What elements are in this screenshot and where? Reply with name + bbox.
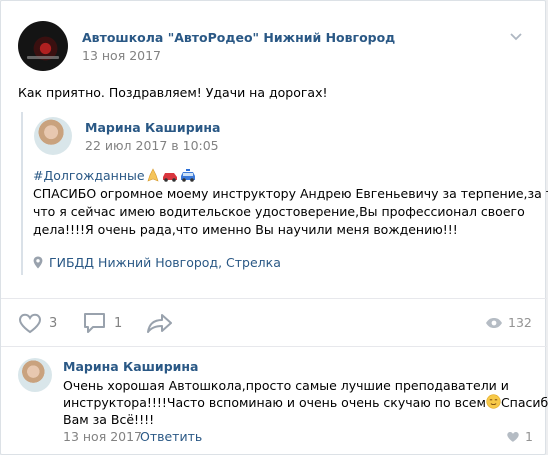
comment-button[interactable]: 1 [83,312,122,334]
repost-text-line: что я сейчас имею водительское удостовер… [33,204,525,219]
author-avatar[interactable] [18,21,68,71]
comment-like-count: 1 [525,429,533,444]
eye-icon [486,317,502,328]
post-author-name[interactable]: Автошкола "АвтоРодео" Нижний Новгород [82,30,395,45]
hashtag-link[interactable]: #Долгожданные [33,168,145,183]
repost-author-avatar[interactable] [34,117,72,155]
repost-divider [21,112,23,275]
heart-icon [18,313,42,334]
comment-count: 1 [114,315,123,331]
share-icon [147,314,172,333]
post-text: Как приятно. Поздравляем! Удачи на дорог… [18,85,328,100]
comment-text-line: Вам за Всё!!!! [63,412,155,427]
post-date[interactable]: 13 ноя 2017 [82,48,161,63]
chevron-down-icon[interactable] [509,31,523,41]
location-link[interactable]: ГИБДД Нижний Новгород, Стрелка [33,255,281,270]
comment-author-avatar[interactable] [18,358,52,392]
repost-text-line: СПАСИБО огромное моему инструктору Андре… [33,186,548,201]
location-label: ГИБДД Нижний Новгород, Стрелка [48,255,281,270]
share-button[interactable] [147,313,173,336]
like-count: 3 [49,316,58,331]
relieved-emoji [486,394,501,413]
comments-divider [1,346,547,347]
comment-date[interactable]: 13 ноя 2017 [63,429,142,444]
prayer-emoji [145,168,161,186]
comment-text-line: Очень хорошая Автошкола,просто самые луч… [63,378,509,393]
comment-icon [84,313,105,333]
repost-hashtag-line: #Долгожданные [33,167,197,186]
like-button[interactable]: 3 [18,313,57,334]
comment-like-button[interactable]: 1 [506,429,533,444]
views-counter: 132 [485,315,532,330]
repost-date[interactable]: 22 июл 2017 в 10:05 [85,138,219,153]
heart-icon [507,431,519,442]
view-count: 132 [508,315,532,330]
avatar-logo-text [27,56,59,59]
police-car-emoji [179,168,197,186]
comment-author-name[interactable]: Марина Каширина [63,359,198,374]
repost-author-name[interactable]: Марина Каширина [85,120,220,135]
actions-divider [1,298,547,299]
car-emoji [161,168,179,186]
wall-post-card: Автошкола "АвтоРодео" Нижний Новгород 13… [0,0,548,455]
comment-text-part: инструктора!!!!Часто вспоминаю и очень о… [63,395,486,410]
repost-text-line: дела!!!!Я очень рада,что именно Вы научи… [33,222,458,237]
reply-link[interactable]: Ответить [140,429,202,444]
comment-text-part: Спасибо [500,395,548,410]
pin-icon [33,256,43,269]
